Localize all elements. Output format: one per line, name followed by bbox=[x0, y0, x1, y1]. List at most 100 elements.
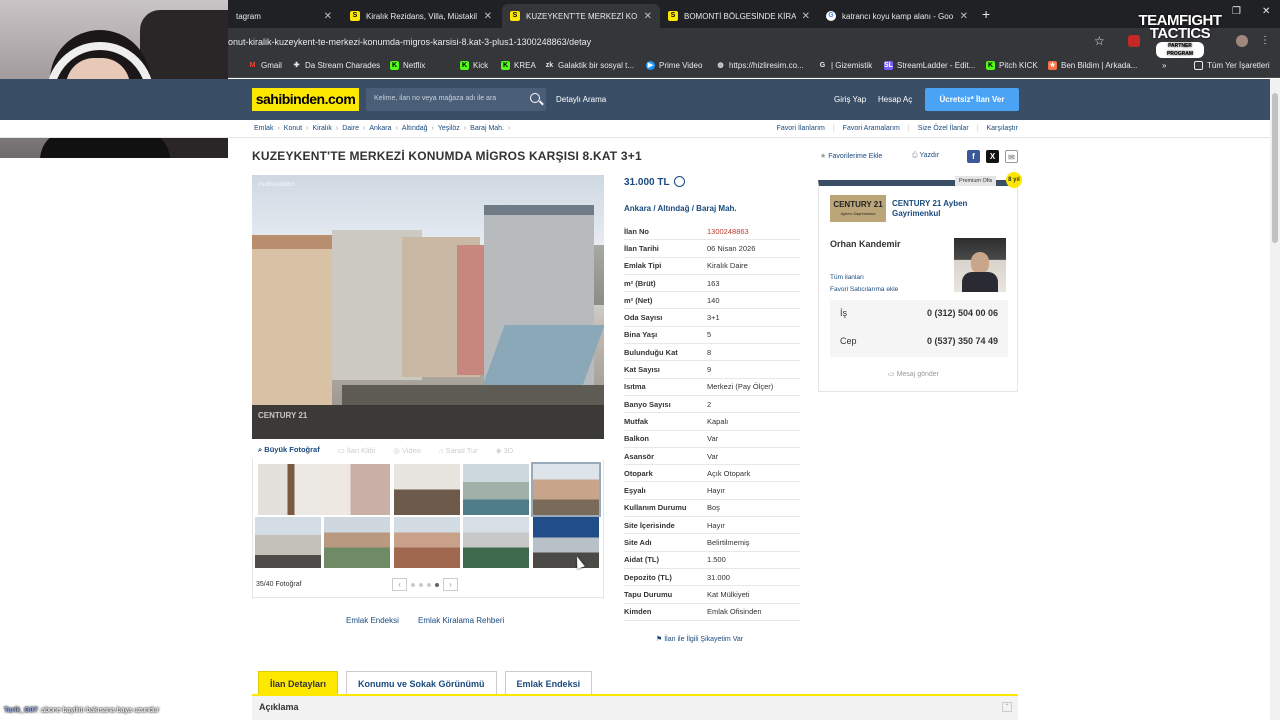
search-icon[interactable] bbox=[530, 93, 540, 103]
page-dot[interactable] bbox=[427, 582, 431, 587]
menu-icon[interactable]: ⋮ bbox=[1260, 35, 1272, 47]
phone-label: İş bbox=[840, 308, 848, 318]
mail-icon[interactable]: ✉ bbox=[1005, 150, 1018, 163]
sahibinden-icon: S bbox=[510, 11, 520, 21]
bookmark-star-icon[interactable]: ☆ bbox=[1094, 34, 1105, 48]
close-window-icon[interactable]: ✕ bbox=[1262, 6, 1270, 17]
breadcrumb-item[interactable]: Emlak bbox=[254, 125, 273, 132]
phone-number[interactable]: 0 (537) 350 74 49 bbox=[927, 336, 998, 346]
page-scrollbar[interactable] bbox=[1270, 79, 1280, 720]
tab-listing-details[interactable]: İlan Detayları bbox=[258, 671, 339, 695]
breadcrumb-item[interactable]: Kiralık bbox=[312, 125, 331, 132]
login-link[interactable]: Giriş Yap bbox=[834, 95, 866, 104]
phone-number[interactable]: 0 (312) 504 00 06 bbox=[927, 308, 998, 318]
print-button[interactable]: ⎙ Yazdır bbox=[912, 152, 939, 160]
browser-tab[interactable]: S BOMONTİ BÖLGESİNDE KİRALI ✕ bbox=[660, 4, 818, 28]
thumbnail[interactable] bbox=[324, 464, 390, 515]
bookmark-item[interactable]: ✚ Da Stream Charades bbox=[292, 61, 381, 70]
all-listings-link[interactable]: Tüm ilanları bbox=[830, 274, 864, 281]
bookmark-item[interactable]: ★ Ben Bildim | Arkada... bbox=[1048, 61, 1137, 70]
next-page-button[interactable]: › bbox=[443, 578, 458, 591]
bookmark-item[interactable]: ◍ https://hizliresim.co... bbox=[716, 61, 803, 70]
tft-line2: TACTICS bbox=[1149, 25, 1211, 42]
close-icon[interactable]: ✕ bbox=[802, 11, 810, 22]
office-logo[interactable]: CENTURY 21 Ayben Gayrimenkul bbox=[830, 195, 886, 222]
rental-guide-link[interactable]: Emlak Kiralama Rehberi bbox=[418, 616, 504, 625]
bookmark-item[interactable]: K KREA bbox=[501, 61, 536, 70]
breadcrumb-item[interactable]: Altındağ bbox=[402, 125, 428, 132]
detail-row: İlan No 1300248863 bbox=[624, 223, 800, 241]
thumbnail[interactable] bbox=[463, 517, 529, 568]
compare-link[interactable]: Karşılaştır bbox=[986, 125, 1018, 132]
x-icon[interactable]: X bbox=[986, 150, 999, 163]
add-favorite-button[interactable]: ★ Favorilerime Ekle bbox=[820, 152, 882, 160]
thumbnail[interactable] bbox=[324, 517, 390, 568]
new-tab-button[interactable]: + bbox=[982, 6, 990, 22]
close-icon[interactable]: ✕ bbox=[484, 11, 492, 22]
close-icon[interactable]: ✕ bbox=[644, 11, 652, 22]
facebook-icon[interactable]: f bbox=[967, 150, 980, 163]
thumbnail[interactable] bbox=[255, 517, 321, 568]
bookmark-item[interactable]: G | Gizemistik bbox=[818, 61, 872, 70]
price-history-icon[interactable] bbox=[674, 176, 685, 187]
location-neighborhood[interactable]: Baraj Mah. bbox=[696, 204, 736, 213]
breadcrumb-item[interactable]: Ankara bbox=[369, 125, 391, 132]
breadcrumb-item[interactable]: Daire bbox=[342, 125, 359, 132]
bookmark-item[interactable]: ▶ Prime Video bbox=[646, 61, 702, 70]
close-icon[interactable]: ✕ bbox=[324, 11, 332, 22]
tab-title: katrancı koyu kamp alanı - Goo bbox=[842, 11, 954, 21]
bookmark-item[interactable]: SL StreamLadder - Edit... bbox=[884, 61, 975, 70]
profile-avatar[interactable] bbox=[1236, 35, 1248, 47]
collapse-icon[interactable]: ⌃ bbox=[1002, 702, 1012, 712]
send-message-button[interactable]: ▭ Mesaj gönder bbox=[888, 370, 939, 378]
favorite-searches-link[interactable]: Favori Aramalarım bbox=[843, 125, 900, 132]
prev-page-button[interactable]: ‹ bbox=[392, 578, 407, 591]
browser-tab[interactable]: S Kiralık Rezidans, Villa, Müstakil ✕ bbox=[342, 4, 500, 28]
browser-tab[interactable]: tagram ✕ bbox=[228, 4, 340, 28]
close-icon[interactable]: ✕ bbox=[960, 11, 968, 22]
favorite-listings-link[interactable]: Favori İlanlarım bbox=[777, 125, 825, 132]
bookmark-item[interactable]: K Netflix bbox=[390, 61, 425, 70]
register-link[interactable]: Hesap Aç bbox=[878, 95, 912, 104]
location-district[interactable]: Altındağ bbox=[658, 204, 690, 213]
site-logo[interactable]: sahibinden.com bbox=[252, 88, 359, 111]
thumbnail[interactable] bbox=[463, 464, 529, 515]
breadcrumb-item[interactable]: Konut bbox=[284, 125, 302, 132]
breadcrumb-item[interactable]: Baraj Mah. bbox=[470, 125, 504, 132]
browser-tab-active[interactable]: S KUZEYKENT'TE MERKEZİ KONU ✕ bbox=[502, 4, 660, 28]
bookmark-item[interactable]: zk Galaktik bir sosyal t... bbox=[545, 61, 634, 70]
more-bookmarks-button[interactable]: » bbox=[1162, 61, 1166, 70]
bookmark-item[interactable]: K Kick bbox=[460, 61, 488, 70]
thumbnail[interactable] bbox=[394, 464, 460, 515]
page-dot[interactable] bbox=[419, 582, 423, 587]
page-dot[interactable] bbox=[411, 582, 415, 587]
complaint-link[interactable]: ⚑ İlan ile İlgili Şikayetim Var bbox=[656, 635, 743, 643]
url-field[interactable]: onut-kiralik-kuzeykent-te-merkezi-konumd… bbox=[228, 37, 591, 47]
all-bookmarks-button[interactable]: Tüm Yer İşaretleri bbox=[1194, 61, 1270, 70]
advanced-search-link[interactable]: Detaylı Arama bbox=[556, 95, 606, 104]
location-city[interactable]: Ankara bbox=[624, 204, 651, 213]
thumbnail-selected[interactable] bbox=[531, 462, 601, 517]
office-name[interactable]: CENTURY 21 Ayben Gayrimenkul bbox=[892, 199, 1002, 219]
post-ad-button[interactable]: Ücretsiz* İlan Ver bbox=[925, 88, 1019, 111]
site-header: sahibinden.com Kelime, ilan no veya mağa… bbox=[0, 79, 1270, 120]
tab-real-estate-index[interactable]: Emlak Endeksi bbox=[504, 671, 593, 695]
thumbnail[interactable] bbox=[394, 517, 460, 568]
browser-tab[interactable]: G katrancı koyu kamp alanı - Goo ✕ bbox=[818, 4, 976, 28]
real-estate-index-link[interactable]: Emlak Endeksi bbox=[346, 616, 399, 625]
search-input[interactable]: Kelime, ilan no veya mağaza adı ile ara bbox=[366, 88, 546, 111]
enlarge-photo-button[interactable]: ⌕ Büyük Fotoğraf bbox=[258, 445, 320, 455]
bookmark-item[interactable]: K Pitch KICK bbox=[986, 61, 1038, 70]
tab-location[interactable]: Konumu ve Sokak Görünümü bbox=[346, 671, 497, 695]
page-dot-active[interactable] bbox=[435, 582, 439, 587]
special-listings-link[interactable]: Size Özel İlanlar bbox=[918, 125, 969, 132]
main-photo[interactable]: #1300248863 CENTURY 21 bbox=[252, 175, 604, 439]
thumbnail[interactable] bbox=[258, 464, 324, 515]
bookmark-item[interactable]: M Gmail bbox=[248, 61, 282, 70]
breadcrumb-item[interactable]: Yeşilöz bbox=[438, 125, 460, 132]
thumbnail[interactable] bbox=[533, 517, 599, 568]
bookmark-label: Da Stream Charades bbox=[305, 61, 381, 70]
restore-icon[interactable]: ❐ bbox=[1232, 6, 1241, 17]
scrollbar-thumb[interactable] bbox=[1272, 93, 1278, 243]
favorite-seller-link[interactable]: Favori Satıcılarıma ekle bbox=[830, 286, 898, 293]
